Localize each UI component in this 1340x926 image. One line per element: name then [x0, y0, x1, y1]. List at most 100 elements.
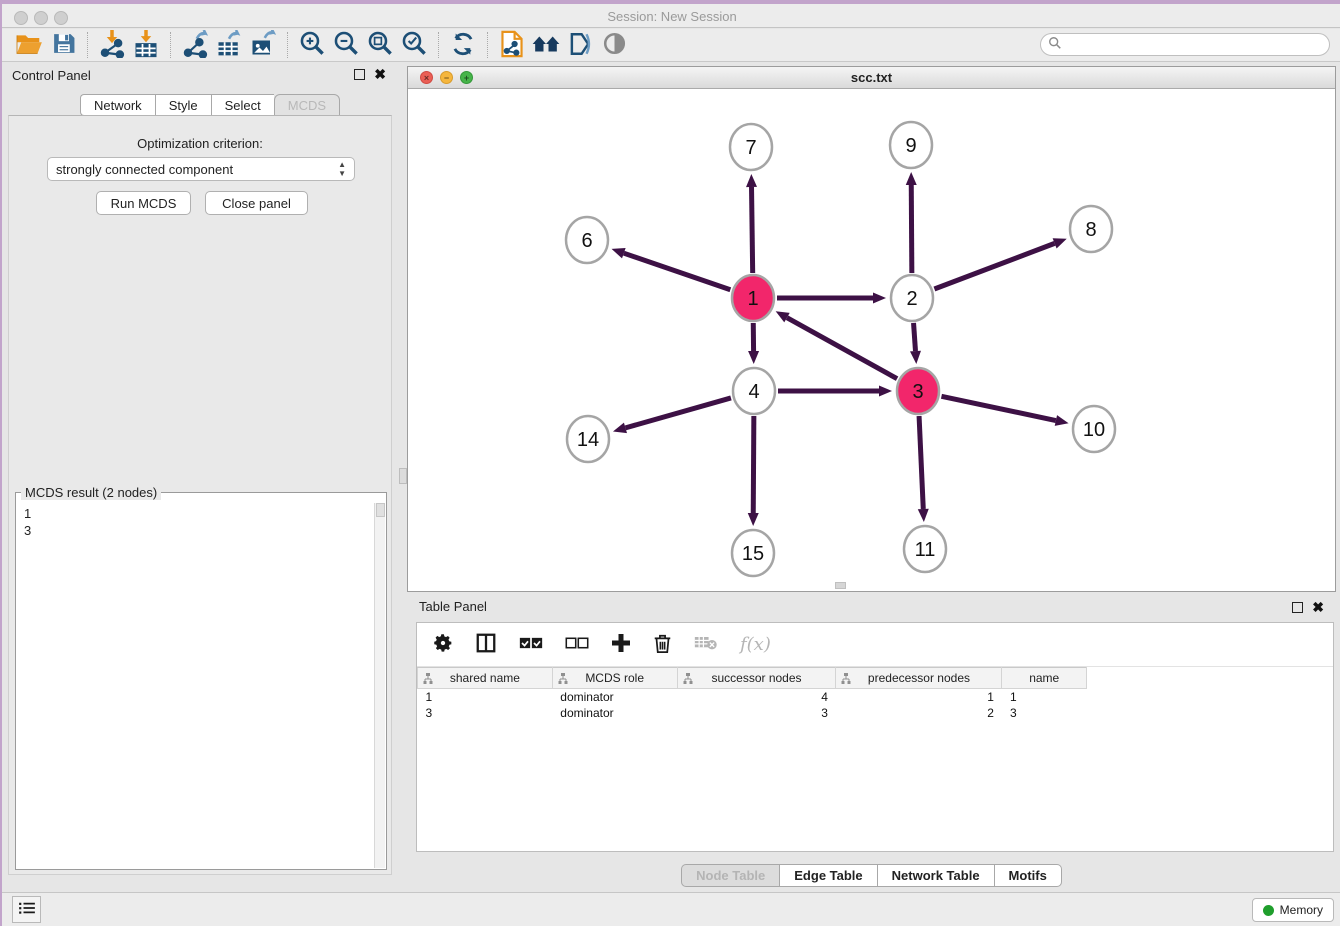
table-tabs: Node Table Edge Table Network Table Moti… [407, 864, 1336, 887]
export-network-button[interactable] [178, 30, 212, 60]
graph-edge-3-10[interactable] [941, 396, 1055, 420]
column-sort-icon [841, 673, 851, 687]
function-builder-button[interactable]: f(x) [740, 634, 771, 655]
close-table-panel-icon[interactable]: ✖ [1312, 602, 1324, 613]
graph-edge-3-11[interactable] [919, 416, 923, 509]
list-icon [18, 901, 36, 918]
node-table-container: f(x) shared name MCDS role successor nod… [416, 622, 1334, 852]
graph-edge-1-6[interactable] [624, 253, 731, 290]
trash-icon [653, 633, 672, 657]
float-table-panel-icon[interactable] [1292, 602, 1303, 613]
delete-column-button[interactable] [653, 633, 672, 657]
network-graph[interactable]: 7968124314101511 [408, 89, 1335, 591]
column-sort-icon [683, 673, 693, 687]
refresh-button[interactable] [446, 30, 480, 60]
float-panel-icon[interactable] [354, 69, 365, 80]
graph-edge-1-7[interactable] [752, 187, 753, 273]
home-button[interactable] [529, 30, 563, 60]
annotation-button[interactable] [563, 30, 597, 60]
table-row[interactable]: 1 dominator 4 1 1 [418, 689, 1087, 705]
open-session-button[interactable] [12, 30, 46, 60]
search-box[interactable] [1040, 33, 1330, 56]
result-scrollbar[interactable] [374, 503, 385, 868]
status-bar: Memory [2, 892, 1340, 926]
export-table-button[interactable] [212, 30, 246, 60]
home-icon [531, 32, 561, 59]
select-all-button[interactable] [519, 636, 543, 653]
toolbar-separator [438, 32, 439, 58]
tab-select[interactable]: Select [211, 94, 274, 116]
result-scrollbar-thumb[interactable] [376, 503, 385, 517]
panel-splitter-handle[interactable] [399, 468, 407, 484]
graph-node-label: 10 [1083, 419, 1105, 441]
tab-network[interactable]: Network [80, 94, 155, 116]
network-canvas[interactable]: 7968124314101511 [408, 89, 1335, 591]
export-image-button[interactable] [246, 30, 280, 60]
cell-name[interactable]: 3 [1002, 705, 1087, 721]
import-table-button[interactable] [129, 30, 163, 60]
cell-successor-nodes[interactable]: 3 [677, 705, 836, 721]
close-panel-icon[interactable]: ✖ [374, 69, 386, 80]
split-columns-button[interactable] [475, 632, 497, 657]
table-row[interactable]: 3 dominator 3 2 3 [418, 705, 1087, 721]
graph-edge-arrowhead [612, 248, 626, 258]
zoom-selected-button[interactable] [397, 30, 431, 60]
column-header-name[interactable]: name [1002, 668, 1087, 689]
column-header-predecessor-nodes[interactable]: predecessor nodes [836, 668, 1002, 689]
delete-table-button[interactable] [694, 635, 718, 654]
table-settings-button[interactable] [433, 633, 453, 656]
graph-edge-arrowhead [1055, 415, 1069, 426]
network-document-button[interactable] [495, 30, 529, 60]
table-panel: Table Panel ✖ [407, 595, 1336, 892]
gear-icon [433, 633, 453, 656]
graph-node-label: 15 [742, 543, 764, 565]
cell-name[interactable]: 1 [1002, 689, 1087, 705]
tab-mcds[interactable]: MCDS [274, 94, 340, 116]
graph-edge-3-1[interactable] [787, 318, 897, 379]
run-mcds-button[interactable]: Run MCDS [96, 191, 191, 215]
cell-mcds-role[interactable]: dominator [552, 705, 677, 721]
zoom-out-button[interactable] [329, 30, 363, 60]
column-header-successor-nodes[interactable]: successor nodes [677, 668, 836, 689]
zoom-selected-icon [401, 30, 428, 60]
graph-edge-4-14[interactable] [625, 398, 730, 428]
tab-network-table[interactable]: Network Table [877, 864, 994, 887]
graph-edge-4-15[interactable] [753, 416, 754, 513]
graph-edge-2-8[interactable] [934, 243, 1054, 289]
cell-predecessor-nodes[interactable]: 2 [836, 705, 1002, 721]
cell-mcds-role[interactable]: dominator [552, 689, 677, 705]
graph-edge-2-9[interactable] [911, 185, 912, 273]
cell-successor-nodes[interactable]: 4 [677, 689, 836, 705]
network-view-title: scc.txt [408, 70, 1335, 85]
network-window-titlebar[interactable]: × − + scc.txt [408, 67, 1335, 89]
save-session-button[interactable] [46, 30, 80, 60]
column-sort-icon [423, 673, 433, 687]
graph-edge-2-3[interactable] [914, 323, 916, 351]
tab-style[interactable]: Style [155, 94, 211, 116]
search-input[interactable] [1062, 38, 1312, 52]
tab-node-table[interactable]: Node Table [681, 864, 779, 887]
task-history-button[interactable] [12, 896, 41, 923]
zoom-in-button[interactable] [295, 30, 329, 60]
control-panel: Control Panel ✖ Network Style Select MCD… [2, 62, 398, 892]
import-network-button[interactable] [95, 30, 129, 60]
zoom-fit-button[interactable] [363, 30, 397, 60]
show-hide-button[interactable] [597, 30, 631, 60]
cell-shared-name[interactable]: 1 [418, 689, 553, 705]
tab-edge-table[interactable]: Edge Table [779, 864, 876, 887]
canvas-splitter-handle[interactable] [835, 582, 846, 589]
refresh-icon [450, 31, 476, 60]
close-panel-button[interactable]: Close panel [205, 191, 308, 215]
chevron-updown-icon: ▲▼ [338, 160, 346, 178]
add-column-button[interactable] [611, 633, 631, 656]
tab-motifs[interactable]: Motifs [994, 864, 1062, 887]
optimization-criterion-dropdown[interactable]: strongly connected component ▲▼ [47, 157, 355, 181]
deselect-all-button[interactable] [565, 636, 589, 653]
graph-node-label: 2 [906, 288, 917, 310]
memory-button[interactable]: Memory [1252, 898, 1334, 922]
memory-label: Memory [1280, 903, 1323, 917]
cell-predecessor-nodes[interactable]: 1 [836, 689, 1002, 705]
column-header-mcds-role[interactable]: MCDS role [552, 668, 677, 689]
cell-shared-name[interactable]: 3 [418, 705, 553, 721]
column-header-shared-name[interactable]: shared name [418, 668, 553, 689]
